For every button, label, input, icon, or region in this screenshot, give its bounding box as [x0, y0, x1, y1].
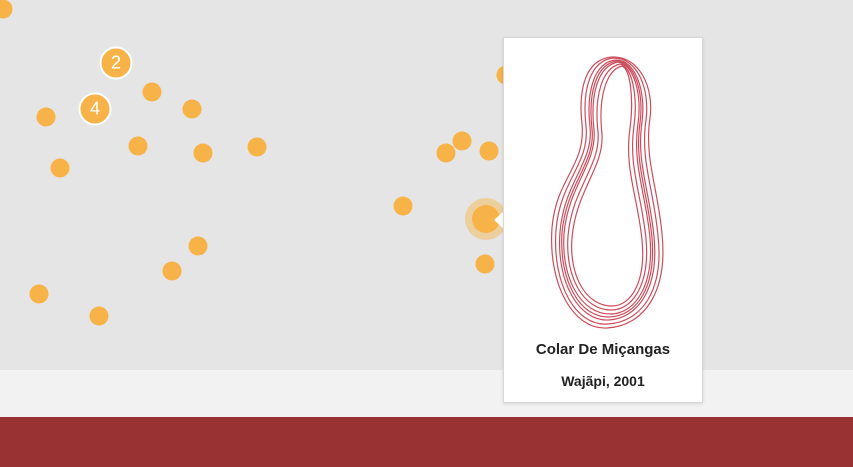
map-marker[interactable]	[142, 82, 162, 102]
map-marker[interactable]	[393, 196, 413, 216]
map-marker[interactable]	[479, 141, 499, 161]
map-marker[interactable]	[452, 131, 472, 151]
map-marker[interactable]	[182, 99, 202, 119]
content-strip	[0, 370, 853, 417]
item-popup[interactable]: Colar De Miçangas Wajãpi, 2001	[503, 37, 703, 403]
map-marker[interactable]	[436, 143, 456, 163]
popup-title: Colar De Miçangas	[535, 341, 671, 358]
popup-subtitle: Wajãpi, 2001	[561, 373, 645, 389]
map-marker[interactable]	[188, 236, 208, 256]
map-marker[interactable]	[0, 0, 13, 19]
map-marker[interactable]	[29, 284, 49, 304]
map-cluster[interactable]: 4	[78, 92, 112, 126]
map-marker[interactable]	[475, 254, 495, 274]
beaded-necklace-icon[interactable]	[524, 52, 684, 337]
map-marker[interactable]	[247, 137, 267, 157]
map-marker[interactable]	[50, 158, 70, 178]
map-marker[interactable]	[36, 107, 56, 127]
map-area[interactable]: 2 4	[0, 0, 853, 370]
map-marker[interactable]	[89, 306, 109, 326]
map-marker[interactable]	[162, 261, 182, 281]
map-marker[interactable]	[193, 143, 213, 163]
map-marker[interactable]	[128, 136, 148, 156]
map-cluster[interactable]: 2	[99, 46, 133, 80]
footer-bar	[0, 417, 853, 467]
